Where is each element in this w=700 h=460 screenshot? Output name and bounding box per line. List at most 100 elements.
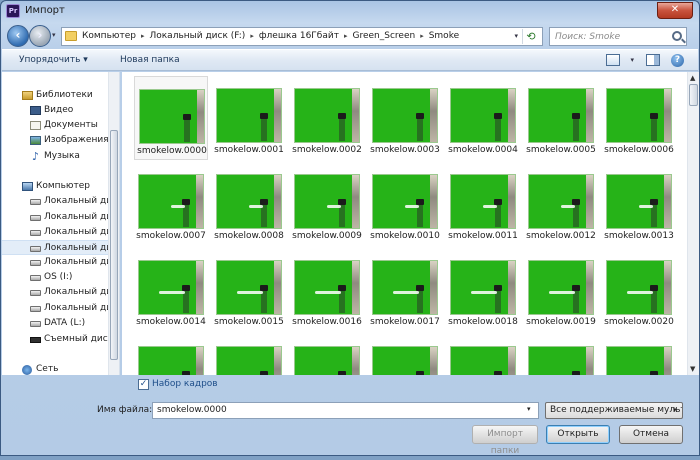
thumbnail-cap [338,113,346,119]
sidebar-item[interactable]: Библиотеки [2,88,108,103]
address-dropdown[interactable]: ▾ [514,32,518,40]
forward-button[interactable]: › [29,25,51,47]
sidebar-item[interactable]: Компьютер [2,179,108,194]
sidebar-item[interactable]: Локальный диск (E:) [2,225,108,240]
file-tile[interactable]: smokelow.0010 [368,162,442,246]
thumbnail-band [352,261,359,314]
file-tile[interactable]: smokelow.0001 [212,76,286,160]
file-tile[interactable]: smokelow.0019 [524,248,598,332]
sidebar-item[interactable]: Локальный диск (C:) [2,194,108,209]
refresh-button[interactable]: ⟲ [522,29,539,44]
cancel-button[interactable]: Отмена [619,425,683,444]
sidebar-item[interactable]: Видео [2,103,108,118]
breadcrumb-item[interactable]: Локальный диск (F:) [149,31,245,41]
file-tile[interactable]: smokelow.0017 [368,248,442,332]
scroll-down-icon[interactable]: ▼ [690,365,695,373]
file-tile[interactable] [524,334,598,375]
file-tile[interactable] [134,334,208,375]
thumbnail-smoke [171,205,185,208]
file-tile[interactable] [212,334,286,375]
search-box[interactable]: Поиск: Smoke [549,27,687,46]
breadcrumb-separator-icon[interactable]: ▸ [245,32,259,40]
file-tile[interactable] [368,334,442,375]
breadcrumb-item[interactable]: Smoke [429,31,459,41]
breadcrumb-item[interactable]: флешка 16Гбайт [259,31,339,41]
sidebar-item[interactable]: Локальный диск (K:) [2,301,108,316]
breadcrumb-separator-icon[interactable]: ▸ [136,32,150,40]
file-tile[interactable] [602,334,676,375]
sidebar-item[interactable]: Сеть [2,362,108,375]
file-thumbnail [372,346,438,375]
file-tile[interactable]: smokelow.0004 [446,76,520,160]
file-thumbnail [294,260,360,315]
file-tile[interactable] [290,334,364,375]
breadcrumb-separator-icon[interactable]: ▸ [415,32,429,40]
thumbnail-band [586,261,593,314]
sidebar-item[interactable]: Локальный диск (D:) [2,210,108,225]
file-tile[interactable]: smokelow.0003 [368,76,442,160]
chevron-down-icon[interactable]: ▾ [673,406,677,414]
file-tile[interactable]: smokelow.0007 [134,162,208,246]
file-tile[interactable]: smokelow.0013 [602,162,676,246]
sidebar-item[interactable]: ♪ Музыка [2,149,108,164]
thumbnail-bottle [495,117,501,141]
sidebar-scroll-thumb[interactable] [110,130,118,360]
sidebar-scrollbar[interactable] [108,72,119,375]
filename-input[interactable]: smokelow.0000 [152,402,539,419]
file-tile[interactable]: smokelow.0011 [446,162,520,246]
thumbnail-band [430,261,437,314]
image-sequence-checkbox[interactable]: ✓ [138,379,149,390]
file-tile[interactable]: smokelow.0002 [290,76,364,160]
search-input[interactable]: Поиск: Smoke [555,32,620,42]
title-bar: Pr Импорт ✕ [1,1,699,21]
address-bar[interactable]: Компьютер ▸ Локальный диск (F:) ▸ флешка 16Г… [61,27,543,46]
recent-pages-dropdown[interactable]: ▾ [52,31,56,39]
thumbnail-cap [416,371,424,375]
organize-button[interactable]: Упорядочить ▾ [19,55,88,65]
file-tile[interactable]: smokelow.0006 [602,76,676,160]
file-tile[interactable]: smokelow.0015 [212,248,286,332]
file-tile[interactable] [446,334,520,375]
file-tile[interactable]: smokelow.0005 [524,76,598,160]
file-type-select[interactable]: Все поддерживаемые мультимедиа [545,402,683,419]
new-folder-button[interactable]: Новая папка [120,55,180,65]
thumbnail-smoke [237,291,263,294]
scroll-up-icon[interactable]: ▲ [690,74,695,82]
file-thumbnail [372,88,438,143]
file-grid-scroll-thumb[interactable] [689,84,698,106]
file-tile[interactable]: smokelow.0008 [212,162,286,246]
thumbnail-band [508,175,515,228]
sidebar-item[interactable]: Локальный диск (G:) [2,255,108,270]
file-tile[interactable]: smokelow.0018 [446,248,520,332]
view-options-dropdown[interactable]: ▾ [630,56,634,64]
help-icon[interactable]: ? [671,54,684,67]
sidebar-item[interactable]: DATA (L:) [2,316,108,331]
sidebar-item[interactable]: Документы [2,118,108,133]
file-tile[interactable]: smokelow.0016 [290,248,364,332]
sidebar-item[interactable]: Локальный диск (J:) [2,285,108,300]
file-tile[interactable]: smokelow.0014 [134,248,208,332]
file-tile[interactable]: smokelow.0012 [524,162,598,246]
sidebar-item-label: Локальный диск (J:) [44,287,108,297]
sidebar-item[interactable]: Изображения [2,133,108,148]
change-view-icon[interactable] [606,54,620,66]
sidebar-item[interactable]: Съемный диск (M:) [2,332,108,347]
import-folder-button[interactable]: Импорт папки [472,425,538,456]
file-tile[interactable]: smokelow.0009 [290,162,364,246]
breadcrumb-separator-icon[interactable]: ▸ [339,32,353,40]
preview-pane-icon[interactable] [646,54,660,66]
back-button[interactable]: ‹ [7,25,29,47]
sidebar-item[interactable]: Локальный диск (F:) [2,240,108,255]
file-tile[interactable]: smokelow.0020 [602,248,676,332]
file-grid-scrollbar[interactable]: ▲ ▼ [687,72,699,375]
sidebar-item[interactable]: OS (I:) [2,270,108,285]
filename-dropdown[interactable]: ▾ [527,405,531,413]
close-button[interactable]: ✕ [657,2,693,19]
file-thumbnail [294,88,360,143]
breadcrumb-item[interactable]: Green_Screen [352,31,415,41]
file-name: smokelow.0016 [292,317,362,327]
breadcrumb-item[interactable]: Компьютер [82,31,136,41]
file-tile[interactable]: smokelow.0000 [134,76,208,160]
thumbnail-band [664,175,671,228]
open-button[interactable]: Открыть [546,425,610,444]
